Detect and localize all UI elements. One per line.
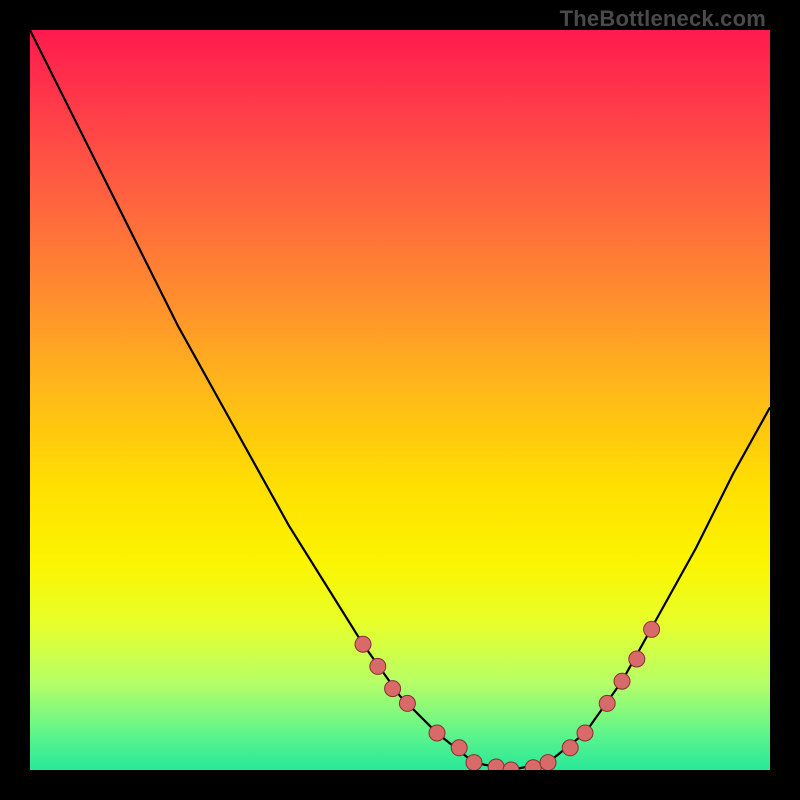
chart-marker (577, 725, 593, 741)
chart-marker (429, 725, 445, 741)
chart-marker (355, 636, 371, 652)
chart-marker (466, 755, 482, 770)
chart-marker (370, 658, 386, 674)
chart-marker (488, 759, 504, 770)
chart-curve (30, 30, 770, 770)
chart-marker (599, 695, 615, 711)
chart-marker (614, 673, 630, 689)
chart-plot-area (30, 30, 770, 770)
chart-frame: TheBottleneck.com (0, 0, 800, 800)
chart-marker (562, 740, 578, 756)
chart-marker (525, 760, 541, 770)
chart-marker (503, 762, 519, 770)
chart-marker (629, 651, 645, 667)
attribution-text: TheBottleneck.com (560, 6, 766, 32)
chart-marker (644, 621, 660, 637)
chart-marker (399, 695, 415, 711)
chart-marker (451, 740, 467, 756)
chart-svg (30, 30, 770, 770)
chart-marker (540, 755, 556, 770)
chart-marker (385, 681, 401, 697)
